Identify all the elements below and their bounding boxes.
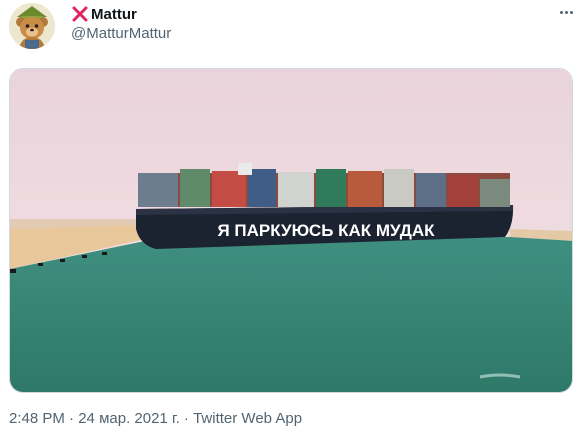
more-options-button[interactable] [551, 0, 581, 24]
tweet-date-link[interactable]: 24 мар. 2021 г. [78, 410, 180, 427]
author-name-row[interactable]: Mattur [71, 4, 137, 24]
tweet-meta: 2:48 PM · 24 мар. 2021 г. · Twitter Web … [9, 410, 302, 427]
ship-caption: Я ПАРКУЮСЬ КАК МУДАК [217, 221, 435, 240]
more-options-icon [559, 10, 563, 14]
cartoon-bear-avatar-icon [9, 3, 55, 49]
meta-separator: · [64, 410, 79, 427]
avatar[interactable] [9, 3, 55, 49]
tweet-media-image[interactable]: Я ПАРКУЮСЬ КАК МУДАК [9, 68, 573, 393]
tweet-source-link[interactable]: Twitter Web App [193, 410, 302, 427]
tweet-time-link[interactable]: 2:48 PM [9, 410, 65, 427]
container-ship-photo: Я ПАРКУЮСЬ КАК МУДАК [10, 69, 572, 392]
meta-separator-2: · [179, 410, 194, 427]
red-x-icon [72, 6, 88, 22]
tweet: Mattur @MatturMattur Я ПАРКУЮСЬ КАК МУДА… [0, 0, 581, 436]
author-display-name[interactable]: Mattur [91, 6, 137, 23]
author-handle[interactable]: @MatturMattur [71, 25, 171, 42]
more-options-icon-dot [569, 10, 573, 14]
more-options-icon-dot [564, 10, 568, 14]
